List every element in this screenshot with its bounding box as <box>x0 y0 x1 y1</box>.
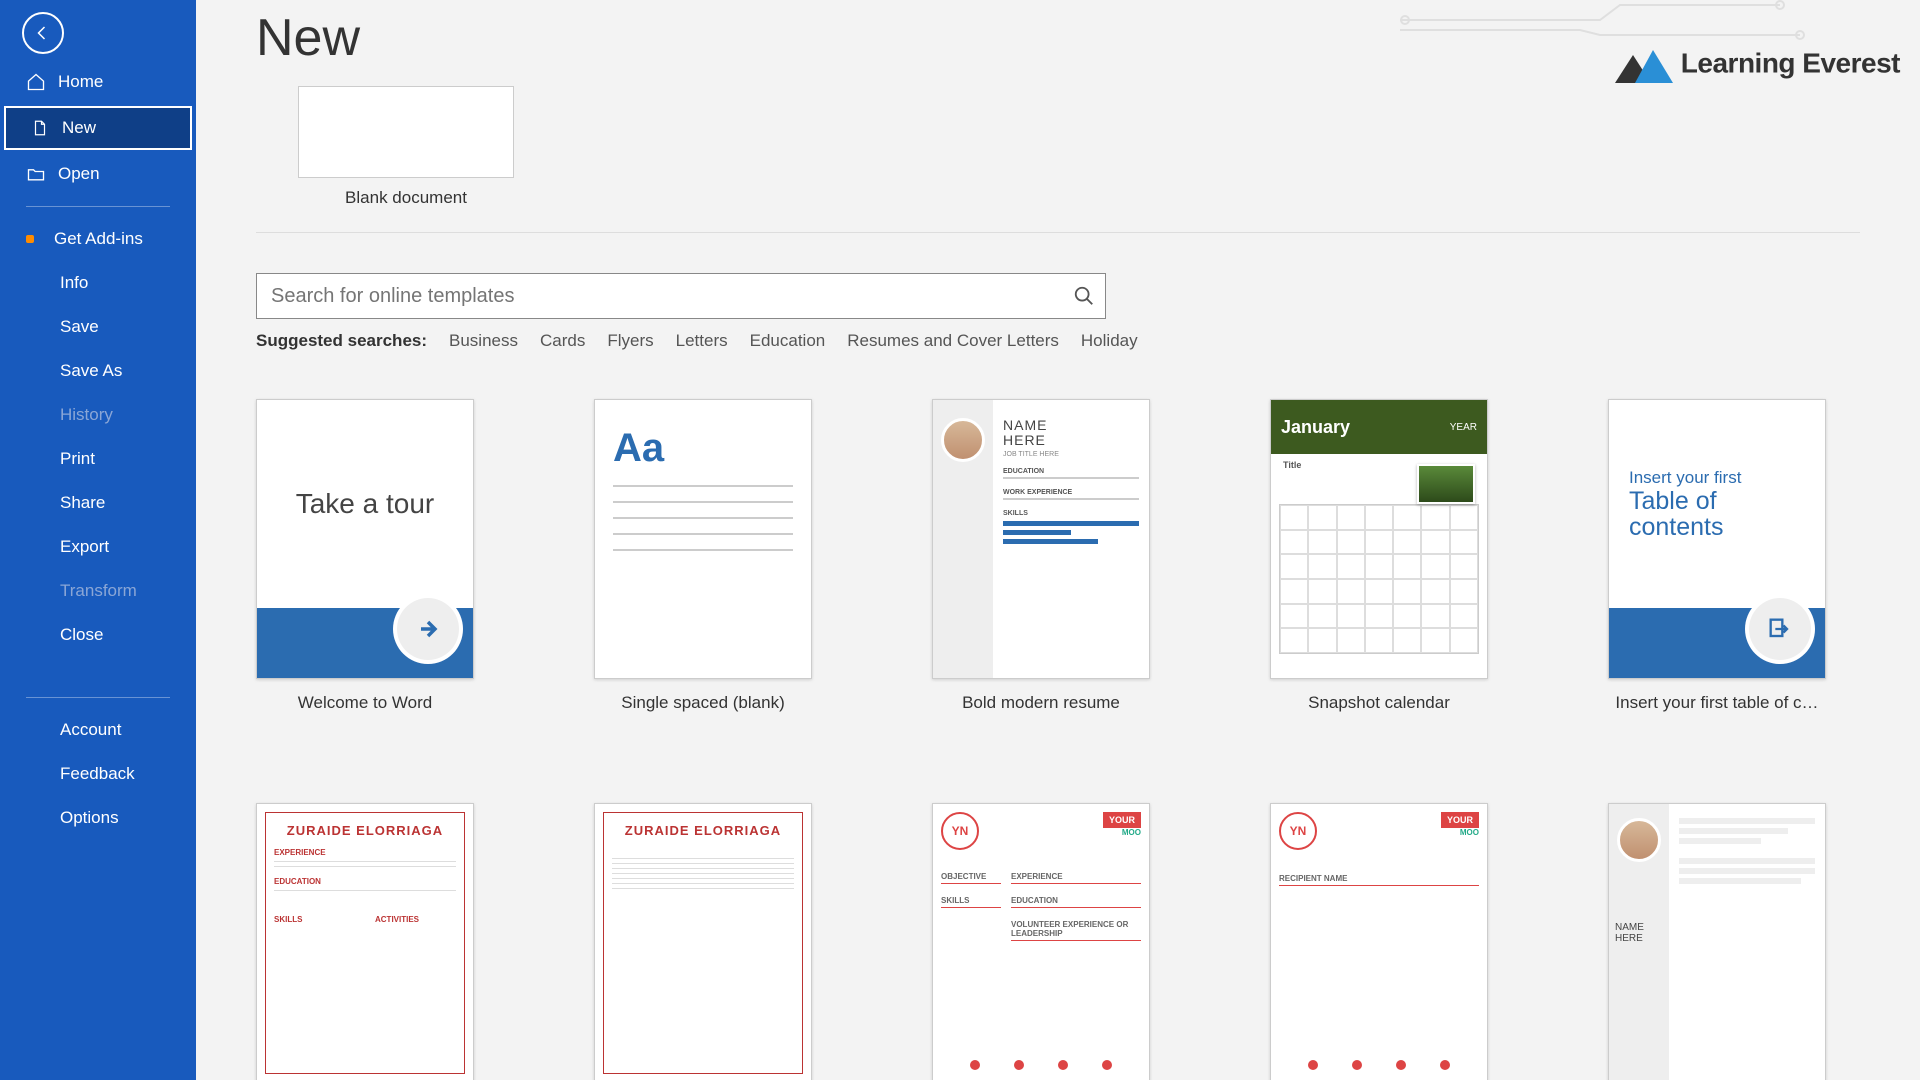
template-thumb: JanuaryYEAR Title <box>1270 399 1488 679</box>
avatar-icon <box>941 418 985 462</box>
template-thumb: Aa <box>594 399 812 679</box>
sidebar-item-label: Options <box>60 808 119 828</box>
sidebar-item-new[interactable]: New <box>4 106 192 150</box>
blank-document-tile[interactable]: Blank document <box>296 86 516 208</box>
template-tile-bold-resume[interactable]: NAMEHERE JOB TITLE HERE EDUCATION WORK E… <box>932 399 1150 713</box>
tour-text: Take a tour <box>257 400 473 608</box>
aa-text: Aa <box>613 426 793 471</box>
template-label: Bold modern resume <box>932 693 1150 713</box>
moo-icon: MOO <box>1103 828 1141 837</box>
sidebar-item-label: Save <box>60 317 99 337</box>
sidebar-item-share[interactable]: Share <box>0 481 196 525</box>
sidebar-item-label: Info <box>60 273 88 293</box>
sidebar-item-home[interactable]: Home <box>0 60 196 104</box>
template-thumb: NAMEHERE JOB TITLE HERE EDUCATION WORK E… <box>932 399 1150 679</box>
template-thumb: YN YOURMOO OBJECTIVESKILLS EXPERIENCEEDU… <box>932 803 1150 1080</box>
sidebar-item-history: History <box>0 393 196 437</box>
template-tile-chrono-resume[interactable]: ZURAIDE ELORRIAGA EXPERIENCE EDUCATION S… <box>256 803 474 1080</box>
back-arrow-icon <box>34 24 52 42</box>
suggested-chip-flyers[interactable]: Flyers <box>607 331 653 351</box>
main-content: Learning Everest New Blank document Sugg… <box>196 0 1920 1080</box>
template-label: Single spaced (blank) <box>594 693 812 713</box>
template-tile-chrono-cover[interactable]: ZURAIDE ELORRIAGA Modern chronological c… <box>594 803 812 1080</box>
sidebar-item-export[interactable]: Export <box>0 525 196 569</box>
sidebar-item-account[interactable]: Account <box>0 708 196 752</box>
home-icon <box>26 72 46 92</box>
sidebar-item-print[interactable]: Print <box>0 437 196 481</box>
moo-icon: MOO <box>1441 828 1479 837</box>
sidebar-item-label: Feedback <box>60 764 135 784</box>
sidebar-item-label: Export <box>60 537 109 557</box>
sidebar-item-label: Save As <box>60 361 122 381</box>
template-search-input[interactable] <box>271 285 1073 308</box>
template-label: Snapshot calendar <box>1270 693 1488 713</box>
sidebar-item-save[interactable]: Save <box>0 305 196 349</box>
template-label: Insert your first table of c… <box>1608 693 1826 713</box>
new-doc-icon <box>30 118 50 138</box>
sidebar-item-options[interactable]: Options <box>0 796 196 840</box>
sidebar-item-addins[interactable]: Get Add-ins <box>0 217 196 261</box>
template-thumb: Take a tour <box>256 399 474 679</box>
template-tile-polished-resume[interactable]: YN YOURMOO OBJECTIVESKILLS EXPERIENCEEDU… <box>932 803 1150 1080</box>
watermark-text: Learning Everest <box>1681 47 1900 78</box>
blank-document-thumb <box>298 86 514 178</box>
arrow-right-icon <box>414 615 442 643</box>
backstage-sidebar: Home New Open Get Add-ins Info Save Save… <box>0 0 196 1080</box>
sidebar-item-open[interactable]: Open <box>0 152 196 196</box>
addins-dot-icon <box>26 235 34 243</box>
watermark-logo: Learning Everest <box>1400 0 1900 85</box>
template-tile-calendar[interactable]: JanuaryYEAR Title Snapshot calendar <box>1270 399 1488 713</box>
template-tile-toc[interactable]: Insert your first Table of contents Inse… <box>1608 399 1826 713</box>
suggested-chip-education[interactable]: Education <box>750 331 826 351</box>
sidebar-item-label: Transform <box>60 581 137 601</box>
sidebar-item-label: New <box>62 118 96 138</box>
suggested-chip-resumes[interactable]: Resumes and Cover Letters <box>847 331 1059 351</box>
sidebar-item-label: Home <box>58 72 103 92</box>
suggested-chip-cards[interactable]: Cards <box>540 331 585 351</box>
suggested-chip-business[interactable]: Business <box>449 331 518 351</box>
sidebar-separator <box>26 206 170 207</box>
blank-document-label: Blank document <box>345 188 467 208</box>
sidebar-item-feedback[interactable]: Feedback <box>0 752 196 796</box>
template-label: Welcome to Word <box>256 693 474 713</box>
suggested-chip-holiday[interactable]: Holiday <box>1081 331 1138 351</box>
search-icon[interactable] <box>1073 285 1095 307</box>
avatar-icon <box>1617 818 1661 862</box>
sidebar-item-label: Open <box>58 164 100 184</box>
back-button[interactable] <box>22 12 64 54</box>
calendar-photo-icon <box>1417 464 1475 504</box>
template-search-box[interactable] <box>256 273 1106 319</box>
folder-open-icon <box>26 164 46 184</box>
template-thumb: ZURAIDE ELORRIAGA EXPERIENCE EDUCATION S… <box>256 803 474 1080</box>
template-thumb: NAMEHERE <box>1608 803 1826 1080</box>
sidebar-item-saveas[interactable]: Save As <box>0 349 196 393</box>
mountain-icon <box>1605 45 1675 85</box>
doc-arrow-icon <box>1766 615 1794 643</box>
template-tile-welcome[interactable]: Take a tour Welcome to Word <box>256 399 474 713</box>
circuit-icon <box>1400 0 1900 40</box>
template-grid: Take a tour Welcome to Word Aa Single sp… <box>256 399 1860 1080</box>
sidebar-item-label: Print <box>60 449 95 469</box>
template-tile-single-spaced[interactable]: Aa Single spaced (blank) <box>594 399 812 713</box>
sidebar-item-label: Close <box>60 625 103 645</box>
suggested-chip-letters[interactable]: Letters <box>676 331 728 351</box>
sidebar-item-label: Get Add-ins <box>54 229 143 249</box>
sidebar-item-label: Share <box>60 493 105 513</box>
template-tile-bold-cover[interactable]: NAMEHERE Bold modern cover letter <box>1608 803 1826 1080</box>
template-thumb: YN YOURMOO RECIPIENT NAME <box>1270 803 1488 1080</box>
sidebar-item-close[interactable]: Close <box>0 613 196 657</box>
suggested-label: Suggested searches: <box>256 331 427 351</box>
section-divider <box>256 232 1860 233</box>
template-thumb: ZURAIDE ELORRIAGA <box>594 803 812 1080</box>
sidebar-separator <box>26 697 170 698</box>
template-thumb: Insert your first Table of contents <box>1608 399 1826 679</box>
sidebar-item-transform: Transform <box>0 569 196 613</box>
template-tile-polished-cover[interactable]: YN YOURMOO RECIPIENT NAME Polished cover… <box>1270 803 1488 1080</box>
sidebar-item-info[interactable]: Info <box>0 261 196 305</box>
suggested-searches: Suggested searches: Business Cards Flyer… <box>256 331 1860 351</box>
sidebar-item-label: Account <box>60 720 121 740</box>
sidebar-item-label: History <box>60 405 113 425</box>
